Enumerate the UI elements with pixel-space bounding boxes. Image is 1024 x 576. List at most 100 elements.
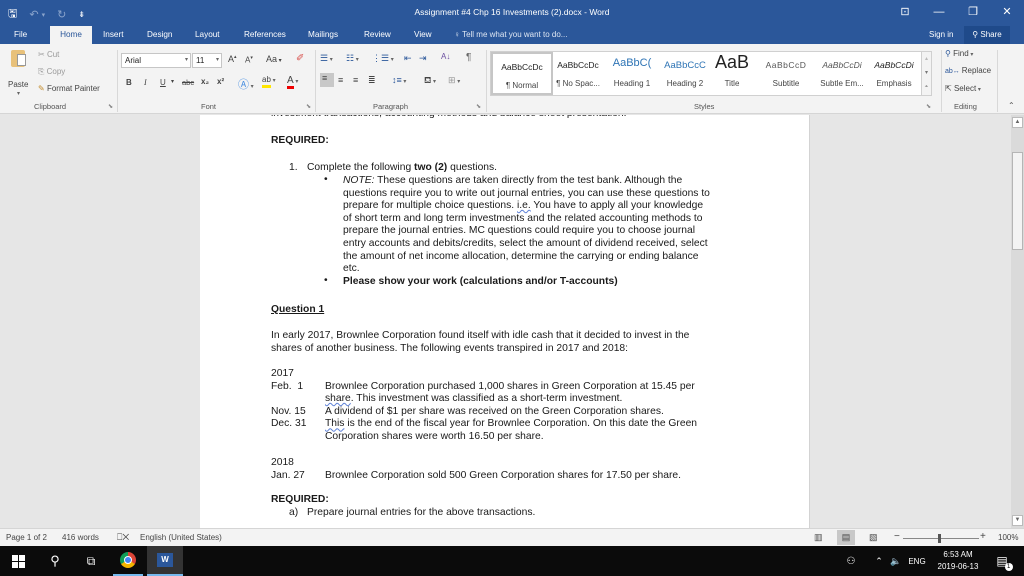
document-page[interactable]: investment transactions, accounting meth… bbox=[200, 115, 810, 528]
tab-review[interactable]: Review bbox=[356, 26, 399, 44]
bullets-button[interactable]: ☰ ▾ bbox=[320, 53, 333, 64]
copy-button[interactable]: ⎘ Copy bbox=[38, 67, 65, 77]
underline-button[interactable]: U bbox=[160, 78, 166, 87]
bold-button[interactable]: B bbox=[126, 78, 132, 87]
scrollbar-thumb[interactable] bbox=[1012, 152, 1023, 250]
tab-home[interactable]: Home bbox=[50, 26, 92, 44]
underline-dropdown-icon[interactable]: ▾ bbox=[171, 78, 174, 85]
clipboard-launcher-icon[interactable]: ⬊ bbox=[108, 103, 113, 110]
collapse-ribbon-icon[interactable]: ⌃ bbox=[1008, 101, 1015, 110]
styles-scroll[interactable]: ▴ ▾ ⩡ bbox=[921, 51, 932, 96]
show-formatting-button[interactable]: ¶ bbox=[466, 52, 471, 63]
style-emphasis[interactable]: AaBbCcDi Emphasis bbox=[863, 52, 925, 95]
zoom-level[interactable]: 100% bbox=[998, 533, 1018, 542]
clear-formatting-button[interactable]: ✐ bbox=[296, 53, 304, 64]
zoom-in-button[interactable]: + bbox=[980, 531, 986, 542]
restore-button[interactable]: ❐ bbox=[956, 0, 990, 26]
borders-button[interactable]: ⊞ ▾ bbox=[448, 75, 460, 86]
minimize-button[interactable]: — bbox=[922, 0, 956, 26]
people-icon[interactable]: ⚇ bbox=[842, 546, 860, 576]
font-name-combo[interactable]: Arial ▾ bbox=[121, 53, 191, 68]
share-button[interactable]: ⚲ Share bbox=[964, 26, 1010, 44]
action-center-button[interactable]: ▤ 1 bbox=[990, 546, 1014, 576]
paragraph-launcher-icon[interactable]: ⬊ bbox=[476, 103, 481, 110]
numbering-button[interactable]: ☷ ▾ bbox=[346, 53, 359, 64]
tab-view[interactable]: View bbox=[406, 26, 440, 44]
multilevel-list-button[interactable]: ⋮☰ ▾ bbox=[372, 53, 394, 64]
superscript-button[interactable]: x² bbox=[217, 77, 224, 86]
tab-mailings[interactable]: Mailings bbox=[300, 26, 346, 44]
tab-layout[interactable]: Layout bbox=[187, 26, 228, 44]
decrease-indent-button[interactable]: ⇤ bbox=[404, 53, 412, 64]
style-no-spacing[interactable]: AaBbCcDc ¶ No Spac... bbox=[547, 52, 609, 95]
strikethrough-button[interactable]: abc bbox=[182, 78, 194, 87]
spelling-flagged-text[interactable]: This bbox=[325, 418, 344, 429]
tab-design[interactable]: Design bbox=[139, 26, 181, 44]
zoom-out-button[interactable]: − bbox=[894, 531, 900, 542]
start-button[interactable] bbox=[0, 546, 36, 576]
decrease-indent-icon: ⇤ bbox=[404, 53, 412, 63]
scroll-down-icon[interactable]: ▾ bbox=[922, 66, 931, 80]
word-count[interactable]: 416 words bbox=[62, 533, 99, 542]
font-size-combo[interactable]: 11 ▾ bbox=[192, 53, 222, 68]
increase-indent-button[interactable]: ⇥ bbox=[419, 53, 427, 64]
tab-file[interactable]: File bbox=[6, 26, 35, 44]
vertical-scrollbar[interactable]: ▲ ▼ bbox=[1011, 115, 1024, 528]
font-launcher-icon[interactable]: ⬊ bbox=[306, 103, 311, 110]
select-button[interactable]: ⇱ Select ▾ bbox=[945, 84, 981, 93]
ribbon-display-options-icon[interactable]: ⊡ bbox=[888, 0, 922, 26]
subscript-button[interactable]: x₂ bbox=[201, 77, 209, 86]
close-button[interactable]: ✕ bbox=[990, 0, 1024, 26]
tab-insert[interactable]: Insert bbox=[95, 26, 131, 44]
text: is the end of the fiscal year for Brownl… bbox=[344, 418, 698, 430]
sort-button[interactable]: A↓ bbox=[441, 52, 450, 61]
scroll-up-icon[interactable]: ▴ bbox=[922, 52, 931, 66]
read-mode-icon[interactable]: ▥ bbox=[814, 532, 823, 543]
style-normal[interactable]: AaBbCcDc ¶ Normal bbox=[491, 52, 553, 95]
chrome-taskbar-button[interactable] bbox=[113, 546, 143, 576]
paste-button[interactable]: Paste ▾ bbox=[6, 48, 32, 98]
cut-button[interactable]: ✂ Cut bbox=[38, 50, 59, 59]
sign-in-link[interactable]: Sign in bbox=[929, 26, 953, 43]
shading-button[interactable]: ⛾ ▾ bbox=[424, 75, 436, 87]
search-button[interactable]: ⚲ bbox=[38, 546, 72, 576]
zoom-slider-thumb[interactable] bbox=[938, 534, 941, 543]
shrink-font-button[interactable]: A▾ bbox=[245, 55, 253, 65]
style-title[interactable]: AaB Title bbox=[701, 52, 763, 95]
input-language[interactable]: ENG bbox=[906, 546, 928, 576]
format-painter-button[interactable]: ✎ Format Painter bbox=[38, 84, 100, 93]
spelling-flagged-text[interactable]: share bbox=[325, 393, 351, 404]
align-center-button[interactable]: ≡ bbox=[338, 75, 343, 85]
replace-button[interactable]: ab↔ Replace bbox=[945, 66, 991, 75]
task-view-button[interactable]: ⧉ bbox=[74, 546, 108, 576]
zoom-slider[interactable] bbox=[903, 534, 979, 543]
highlight-button[interactable]: ab ▾ bbox=[262, 75, 276, 88]
tell-me-box[interactable]: ♀ Tell me what you want to do... bbox=[454, 26, 567, 43]
style-subtitle[interactable]: AaBbCcD Subtitle bbox=[755, 52, 817, 95]
styles-launcher-icon[interactable]: ⬊ bbox=[926, 103, 931, 110]
find-button[interactable]: ⚲ Find ▾ bbox=[945, 49, 973, 58]
more-styles-icon[interactable]: ⩡ bbox=[922, 80, 931, 94]
scroll-up-arrow-icon[interactable]: ▲ bbox=[1012, 117, 1023, 128]
change-case-button[interactable]: Aa ▾ bbox=[266, 54, 282, 64]
spelling-flagged-text[interactable]: i.e. bbox=[517, 200, 531, 211]
web-layout-icon[interactable]: ▧ bbox=[869, 532, 878, 543]
italic-button[interactable]: I bbox=[144, 78, 147, 87]
page-count[interactable]: Page 1 of 2 bbox=[6, 533, 47, 542]
font-color-button[interactable]: A ▾ bbox=[287, 75, 298, 89]
tab-references[interactable]: References bbox=[236, 26, 294, 44]
show-hidden-icons-icon[interactable]: ⌃ bbox=[872, 546, 886, 576]
print-layout-icon[interactable]: ▤ bbox=[837, 530, 855, 545]
text-effects-button[interactable]: Ⓐ ▾ bbox=[238, 76, 254, 92]
word-taskbar-button[interactable]: W bbox=[147, 546, 183, 576]
proofing-icon[interactable]: ⎕✕ bbox=[117, 532, 129, 543]
align-right-button[interactable]: ≡ bbox=[353, 75, 358, 85]
grow-font-button[interactable]: A▴ bbox=[228, 54, 237, 64]
volume-icon[interactable]: 🔈 bbox=[888, 546, 904, 576]
line-spacing-button[interactable]: ↕≡ ▾ bbox=[392, 75, 406, 85]
clock[interactable]: 6:53 AM 2019-06-13 bbox=[933, 549, 983, 573]
language-indicator[interactable]: English (United States) bbox=[140, 533, 222, 542]
justify-button[interactable]: ≣ bbox=[368, 75, 376, 86]
scroll-down-arrow-icon[interactable]: ▼ bbox=[1012, 515, 1023, 526]
align-left-button[interactable]: ≡ bbox=[320, 73, 334, 87]
